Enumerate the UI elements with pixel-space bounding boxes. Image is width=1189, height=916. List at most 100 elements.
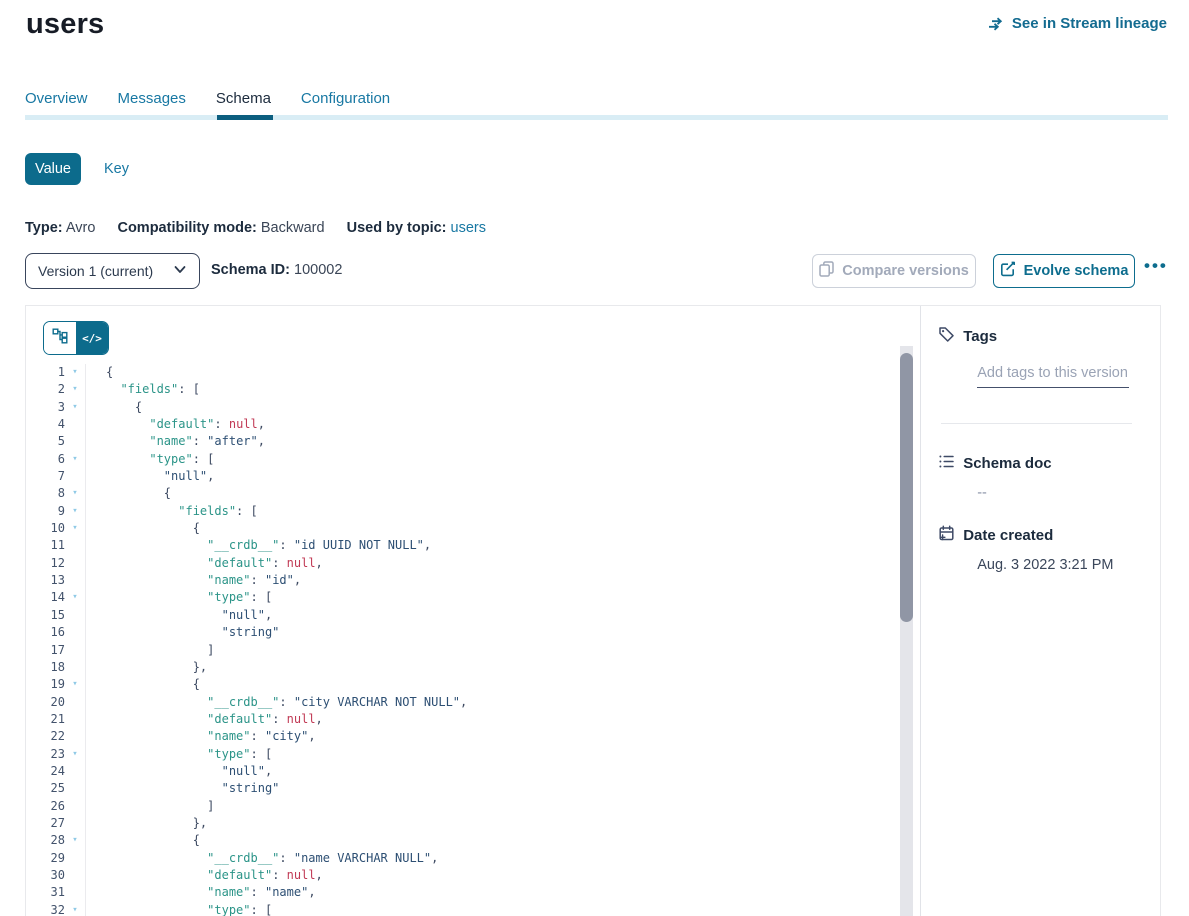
code-content[interactable]: ] — [85, 642, 214, 659]
schema-doc-heading-label: Schema doc — [963, 455, 1051, 472]
code-content[interactable]: "fields": [ — [85, 503, 258, 520]
code-line: 18 }, — [26, 659, 896, 676]
line-number: 11 — [26, 537, 65, 554]
used-by-topic-link[interactable]: users — [451, 220, 486, 236]
value-toggle-button[interactable]: Value — [25, 153, 81, 185]
line-number: 31 — [26, 884, 65, 901]
code-scrollbar-thumb[interactable] — [900, 353, 913, 622]
code-content[interactable]: "name": "name", — [85, 884, 316, 901]
line-number: 26 — [26, 798, 65, 815]
key-toggle-button[interactable]: Key — [104, 161, 129, 177]
stream-lineage-label: See in Stream lineage — [1012, 15, 1167, 32]
code-content[interactable]: { — [85, 485, 171, 502]
code-lines: 1▾{2▾ "fields": [3▾ {4 "default": null,5… — [26, 364, 896, 916]
fold-spacer — [65, 780, 85, 797]
code-content[interactable]: "default": null, — [85, 867, 323, 884]
line-number: 13 — [26, 572, 65, 589]
fold-arrow-icon[interactable]: ▾ — [65, 520, 85, 537]
tree-view-button[interactable] — [44, 322, 76, 354]
fold-arrow-icon[interactable]: ▾ — [65, 832, 85, 849]
code-line: 27 }, — [26, 815, 896, 832]
version-actions-row: Version 1 (current) Schema ID: 100002 Co… — [0, 253, 1189, 289]
code-content[interactable]: "string" — [85, 624, 279, 641]
code-content[interactable]: { — [85, 676, 200, 693]
code-line: 3▾ { — [26, 399, 896, 416]
fold-spacer — [65, 416, 85, 433]
line-number: 20 — [26, 694, 65, 711]
code-content[interactable]: "default": null, — [85, 555, 323, 572]
code-content[interactable]: }, — [85, 659, 207, 676]
code-content[interactable]: "name": "id", — [85, 572, 301, 589]
code-line: 1▾{ — [26, 364, 896, 381]
code-line: 31 "name": "name", — [26, 884, 896, 901]
code-content[interactable]: { — [85, 364, 113, 381]
code-content[interactable]: "string" — [85, 780, 279, 797]
add-tags-input[interactable] — [977, 363, 1129, 388]
fold-spacer — [65, 572, 85, 589]
code-line: 4 "default": null, — [26, 416, 896, 433]
compatibility-value: Backward — [261, 220, 325, 236]
fold-spacer — [65, 433, 85, 450]
code-line: 30 "default": null, — [26, 867, 896, 884]
code-content[interactable]: "type": [ — [85, 451, 214, 468]
tags-heading-label: Tags — [963, 328, 997, 345]
code-content[interactable]: "type": [ — [85, 902, 272, 916]
code-content[interactable]: "name": "city", — [85, 728, 316, 745]
code-content[interactable]: "null", — [85, 763, 272, 780]
line-number: 12 — [26, 555, 65, 572]
code-content[interactable]: { — [85, 520, 200, 537]
code-content[interactable]: }, — [85, 815, 207, 832]
fold-spacer — [65, 694, 85, 711]
fold-arrow-icon[interactable]: ▾ — [65, 399, 85, 416]
schema-id-value: 100002 — [294, 262, 342, 278]
line-number: 24 — [26, 763, 65, 780]
fold-arrow-icon[interactable]: ▾ — [65, 451, 85, 468]
code-view-button[interactable]: </> — [76, 322, 108, 354]
code-content[interactable]: "type": [ — [85, 589, 272, 606]
fold-arrow-icon[interactable]: ▾ — [65, 676, 85, 693]
code-scrollbar-track[interactable] — [900, 346, 913, 916]
fold-spacer — [65, 555, 85, 572]
compare-versions-button[interactable]: Compare versions — [812, 254, 976, 288]
fold-arrow-icon[interactable]: ▾ — [65, 503, 85, 520]
fold-spacer — [65, 659, 85, 676]
more-actions-button[interactable]: ••• — [1144, 256, 1168, 276]
fold-spacer — [65, 867, 85, 884]
fold-arrow-icon[interactable]: ▾ — [65, 589, 85, 606]
fold-spacer — [65, 815, 85, 832]
code-content[interactable]: "null", — [85, 468, 214, 485]
code-content[interactable]: "default": null, — [85, 416, 265, 433]
line-number: 14 — [26, 589, 65, 606]
evolve-schema-label: Evolve schema — [1024, 263, 1129, 279]
code-content[interactable]: { — [85, 399, 142, 416]
line-number: 30 — [26, 867, 65, 884]
fold-arrow-icon[interactable]: ▾ — [65, 364, 85, 381]
code-line: 21 "default": null, — [26, 711, 896, 728]
fold-arrow-icon[interactable]: ▾ — [65, 381, 85, 398]
fold-arrow-icon[interactable]: ▾ — [65, 485, 85, 502]
code-line: 23▾ "type": [ — [26, 746, 896, 763]
fold-arrow-icon[interactable]: ▾ — [65, 746, 85, 763]
code-content[interactable]: "type": [ — [85, 746, 272, 763]
fold-spacer — [65, 468, 85, 485]
code-content[interactable]: "default": null, — [85, 711, 323, 728]
code-content[interactable]: { — [85, 832, 200, 849]
version-select[interactable]: Version 1 (current) — [25, 253, 200, 289]
used-by-topic-label: Used by topic: — [347, 220, 447, 236]
line-number: 9 — [26, 503, 65, 520]
code-line: 15 "null", — [26, 607, 896, 624]
compare-versions-label: Compare versions — [842, 263, 969, 279]
schema-panel: </> 1▾{2▾ "fields": [3▾ {4 "default": nu… — [25, 305, 1161, 916]
fold-arrow-icon[interactable]: ▾ — [65, 902, 85, 916]
code-content[interactable]: "__crdb__": "id UUID NOT NULL", — [85, 537, 431, 554]
evolve-schema-button[interactable]: Evolve schema — [993, 254, 1135, 288]
code-content[interactable]: "__crdb__": "city VARCHAR NOT NULL", — [85, 694, 467, 711]
code-content[interactable]: "fields": [ — [85, 381, 200, 398]
schema-id: Schema ID: 100002 — [211, 262, 342, 278]
line-number: 29 — [26, 850, 65, 867]
stream-lineage-link[interactable]: See in Stream lineage — [988, 15, 1167, 32]
code-content[interactable]: "__crdb__": "name VARCHAR NULL", — [85, 850, 438, 867]
code-content[interactable]: ] — [85, 798, 214, 815]
code-content[interactable]: "null", — [85, 607, 272, 624]
code-content[interactable]: "name": "after", — [85, 433, 265, 450]
